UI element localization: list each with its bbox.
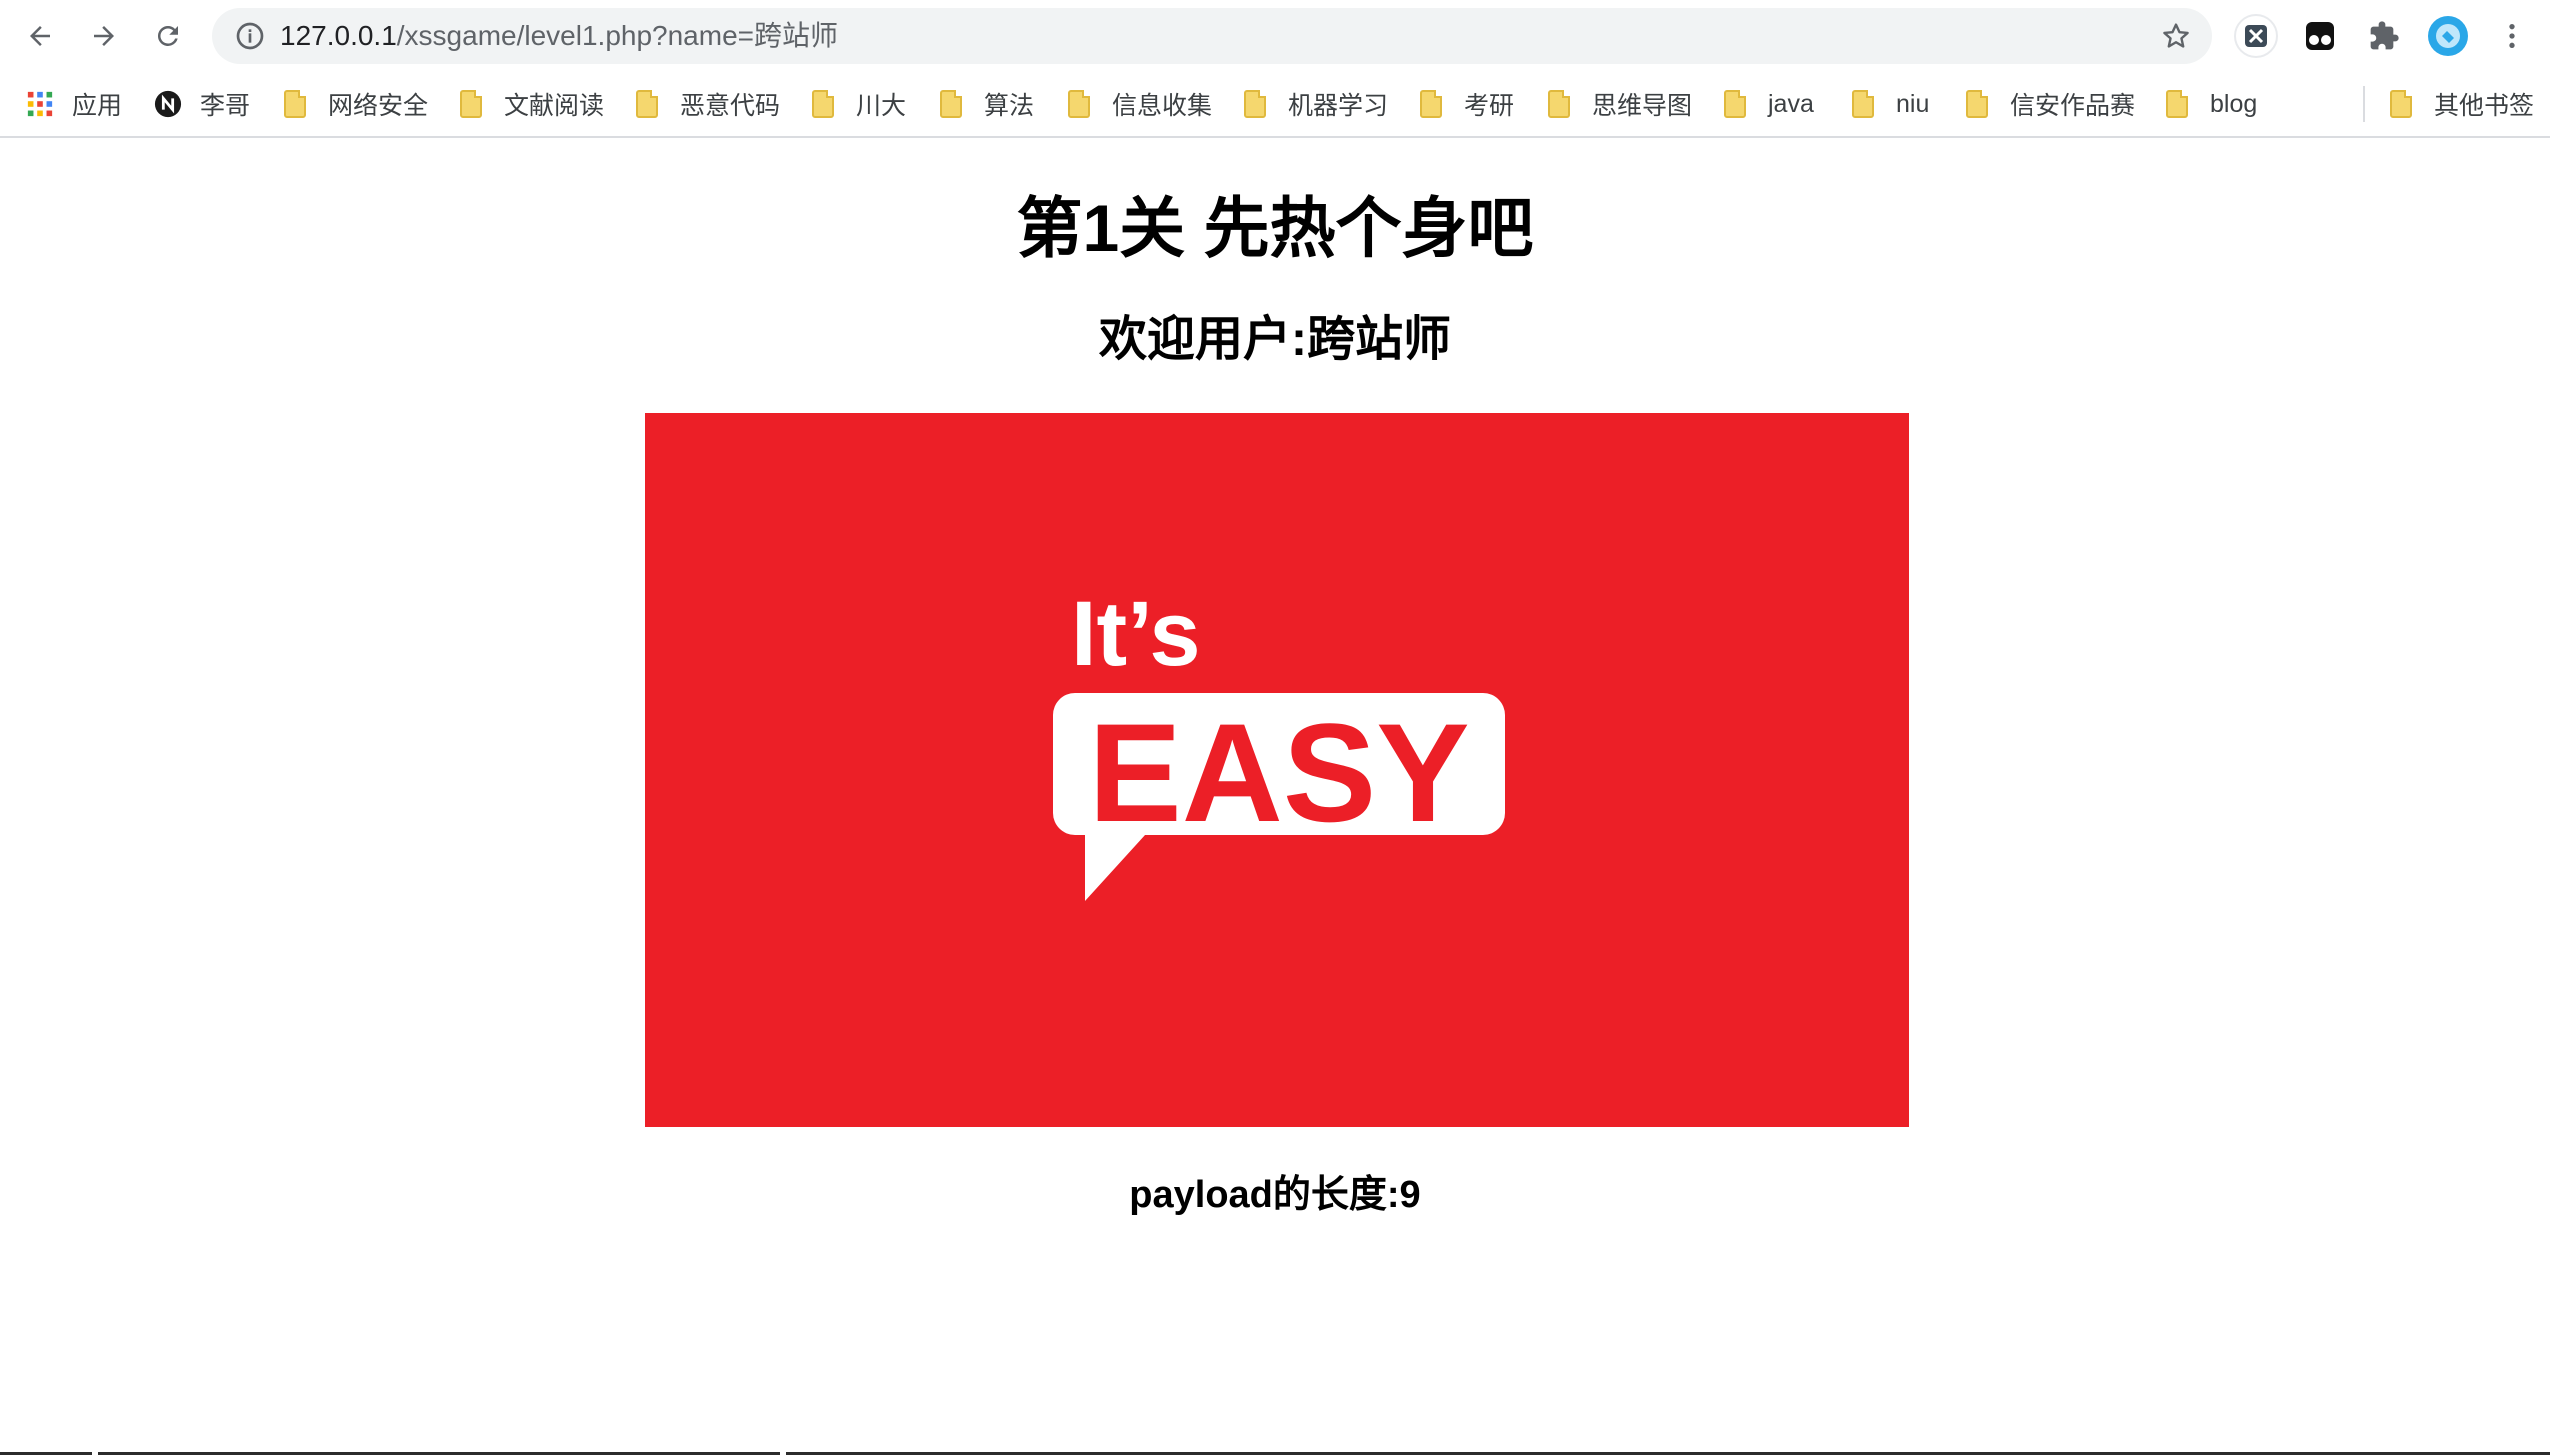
folder-icon	[1068, 90, 1090, 118]
welcome-heading: 欢迎用户:跨站师	[1099, 313, 1451, 366]
avatar-icon	[2428, 16, 2468, 56]
bookmark-folder[interactable]: niu	[1852, 72, 1929, 136]
bookmark-label: 恶意代码	[680, 92, 781, 120]
bookmark-folder[interactable]: 信安作品赛	[1966, 72, 2135, 136]
bookmark-label: java	[1768, 89, 1814, 118]
bookmark-folder[interactable]: 考研	[1420, 72, 1514, 136]
folder-icon	[460, 90, 482, 118]
hero-line2: EASY	[1088, 694, 1469, 851]
kebab-menu-icon	[2509, 24, 2515, 48]
apps-icon	[27, 91, 53, 117]
bookmark-label: 思维导图	[1592, 92, 1693, 120]
bookmark-label: 文献阅读	[504, 92, 605, 120]
bookmark-folder[interactable]: java	[1724, 72, 1814, 136]
page-content: 第1关 先热个身吧 欢迎用户:跨站师 It’s EASY payload的长度:…	[0, 138, 2550, 1455]
bookmarks-separator	[2363, 86, 2365, 122]
bookmark-label: 算法	[984, 92, 1035, 120]
bookmark-label: 机器学习	[1288, 92, 1389, 120]
bookmark-apps[interactable]: 应用	[26, 72, 122, 136]
tampermonkey-icon	[2306, 22, 2334, 50]
puzzle-icon	[2370, 21, 2399, 50]
x-extension-icon	[2234, 14, 2278, 58]
folder-icon	[1420, 90, 1442, 118]
extension-tampermonkey-button[interactable]	[2298, 14, 2342, 58]
bookmark-folder[interactable]: blog	[2166, 72, 2257, 136]
url-host: 127.0.0.1	[280, 20, 397, 51]
folder-icon	[2166, 90, 2188, 118]
its-easy-logo: It’s EASY	[1053, 583, 1505, 901]
url-path: /xssgame/level1.php?name=跨站师	[396, 20, 839, 51]
folder-icon	[940, 90, 962, 118]
folder-icon	[1244, 90, 1266, 118]
folder-icon	[1724, 90, 1746, 118]
bookmark-label: 考研	[1464, 92, 1515, 120]
bookmark-folder[interactable]: 川大	[812, 72, 906, 136]
folder-icon	[1548, 90, 1570, 118]
folder-icon	[812, 90, 834, 118]
browser-menu-button[interactable]	[2490, 14, 2534, 58]
other-bookmarks[interactable]: 其他书签	[2390, 72, 2534, 136]
other-bookmarks-label: 其他书签	[2434, 92, 2535, 120]
bookmark-folder[interactable]: 思维导图	[1548, 72, 1692, 136]
reload-icon	[157, 25, 178, 46]
bookmark-label: blog	[2210, 89, 2258, 118]
bookmark-folder[interactable]: 文献阅读	[460, 72, 604, 136]
extension-x-button[interactable]	[2234, 14, 2278, 58]
bookmark-label: 应用	[72, 92, 123, 120]
bookmark-folder[interactable]: 网络安全	[284, 72, 428, 136]
bookmark-folder[interactable]: 机器学习	[1244, 72, 1388, 136]
bookmark-folder[interactable]: 信息收集	[1068, 72, 1212, 136]
bookmark-label: 网络安全	[328, 92, 429, 120]
arrow-right-icon	[94, 26, 114, 46]
address-bar[interactable]: 127.0.0.1/xssgame/level1.php?name=跨站师	[212, 8, 2212, 64]
arrow-left-icon	[30, 26, 50, 46]
page-title: 第1关 先热个身吧	[1016, 191, 1534, 265]
forward-button[interactable]	[82, 14, 126, 58]
folder-icon	[2390, 90, 2412, 118]
payload-length: payload的长度:9	[1129, 1174, 1421, 1216]
bookmark-label: 李哥	[200, 92, 251, 120]
back-button[interactable]	[18, 14, 62, 58]
folder-icon	[1852, 90, 1874, 118]
folder-icon	[636, 90, 658, 118]
url-text[interactable]: 127.0.0.1/xssgame/level1.php?name=跨站师	[280, 8, 838, 64]
hero-image: It’s EASY	[645, 413, 1909, 1127]
folder-icon	[284, 90, 306, 118]
bookmark-label: 信安作品赛	[2010, 92, 2136, 120]
extensions-button[interactable]	[2362, 14, 2406, 58]
notion-icon	[154, 90, 182, 118]
browser-toolbar: 127.0.0.1/xssgame/level1.php?name=跨站师	[0, 0, 2550, 72]
reload-button[interactable]	[146, 14, 190, 58]
bookmark-folder[interactable]: 算法	[940, 72, 1034, 136]
info-icon[interactable]	[234, 20, 266, 52]
bookmarks-bar: 应用 李哥 网络安全 文献阅读 恶意代码 川大 算法 信息收集 机器学习 考研 …	[0, 72, 2550, 138]
hero-line1: It’s	[1071, 583, 1201, 685]
bookmark-folder[interactable]: 恶意代码	[636, 72, 780, 136]
bookmark-lige[interactable]: 李哥	[154, 72, 250, 136]
bookmark-star-icon[interactable]	[2160, 20, 2192, 52]
folder-icon	[1966, 90, 1988, 118]
bookmark-label: 川大	[856, 92, 907, 120]
bookmark-label: 信息收集	[1112, 92, 1213, 120]
profile-avatar[interactable]	[2426, 14, 2470, 58]
bookmark-label: niu	[1896, 89, 1930, 118]
